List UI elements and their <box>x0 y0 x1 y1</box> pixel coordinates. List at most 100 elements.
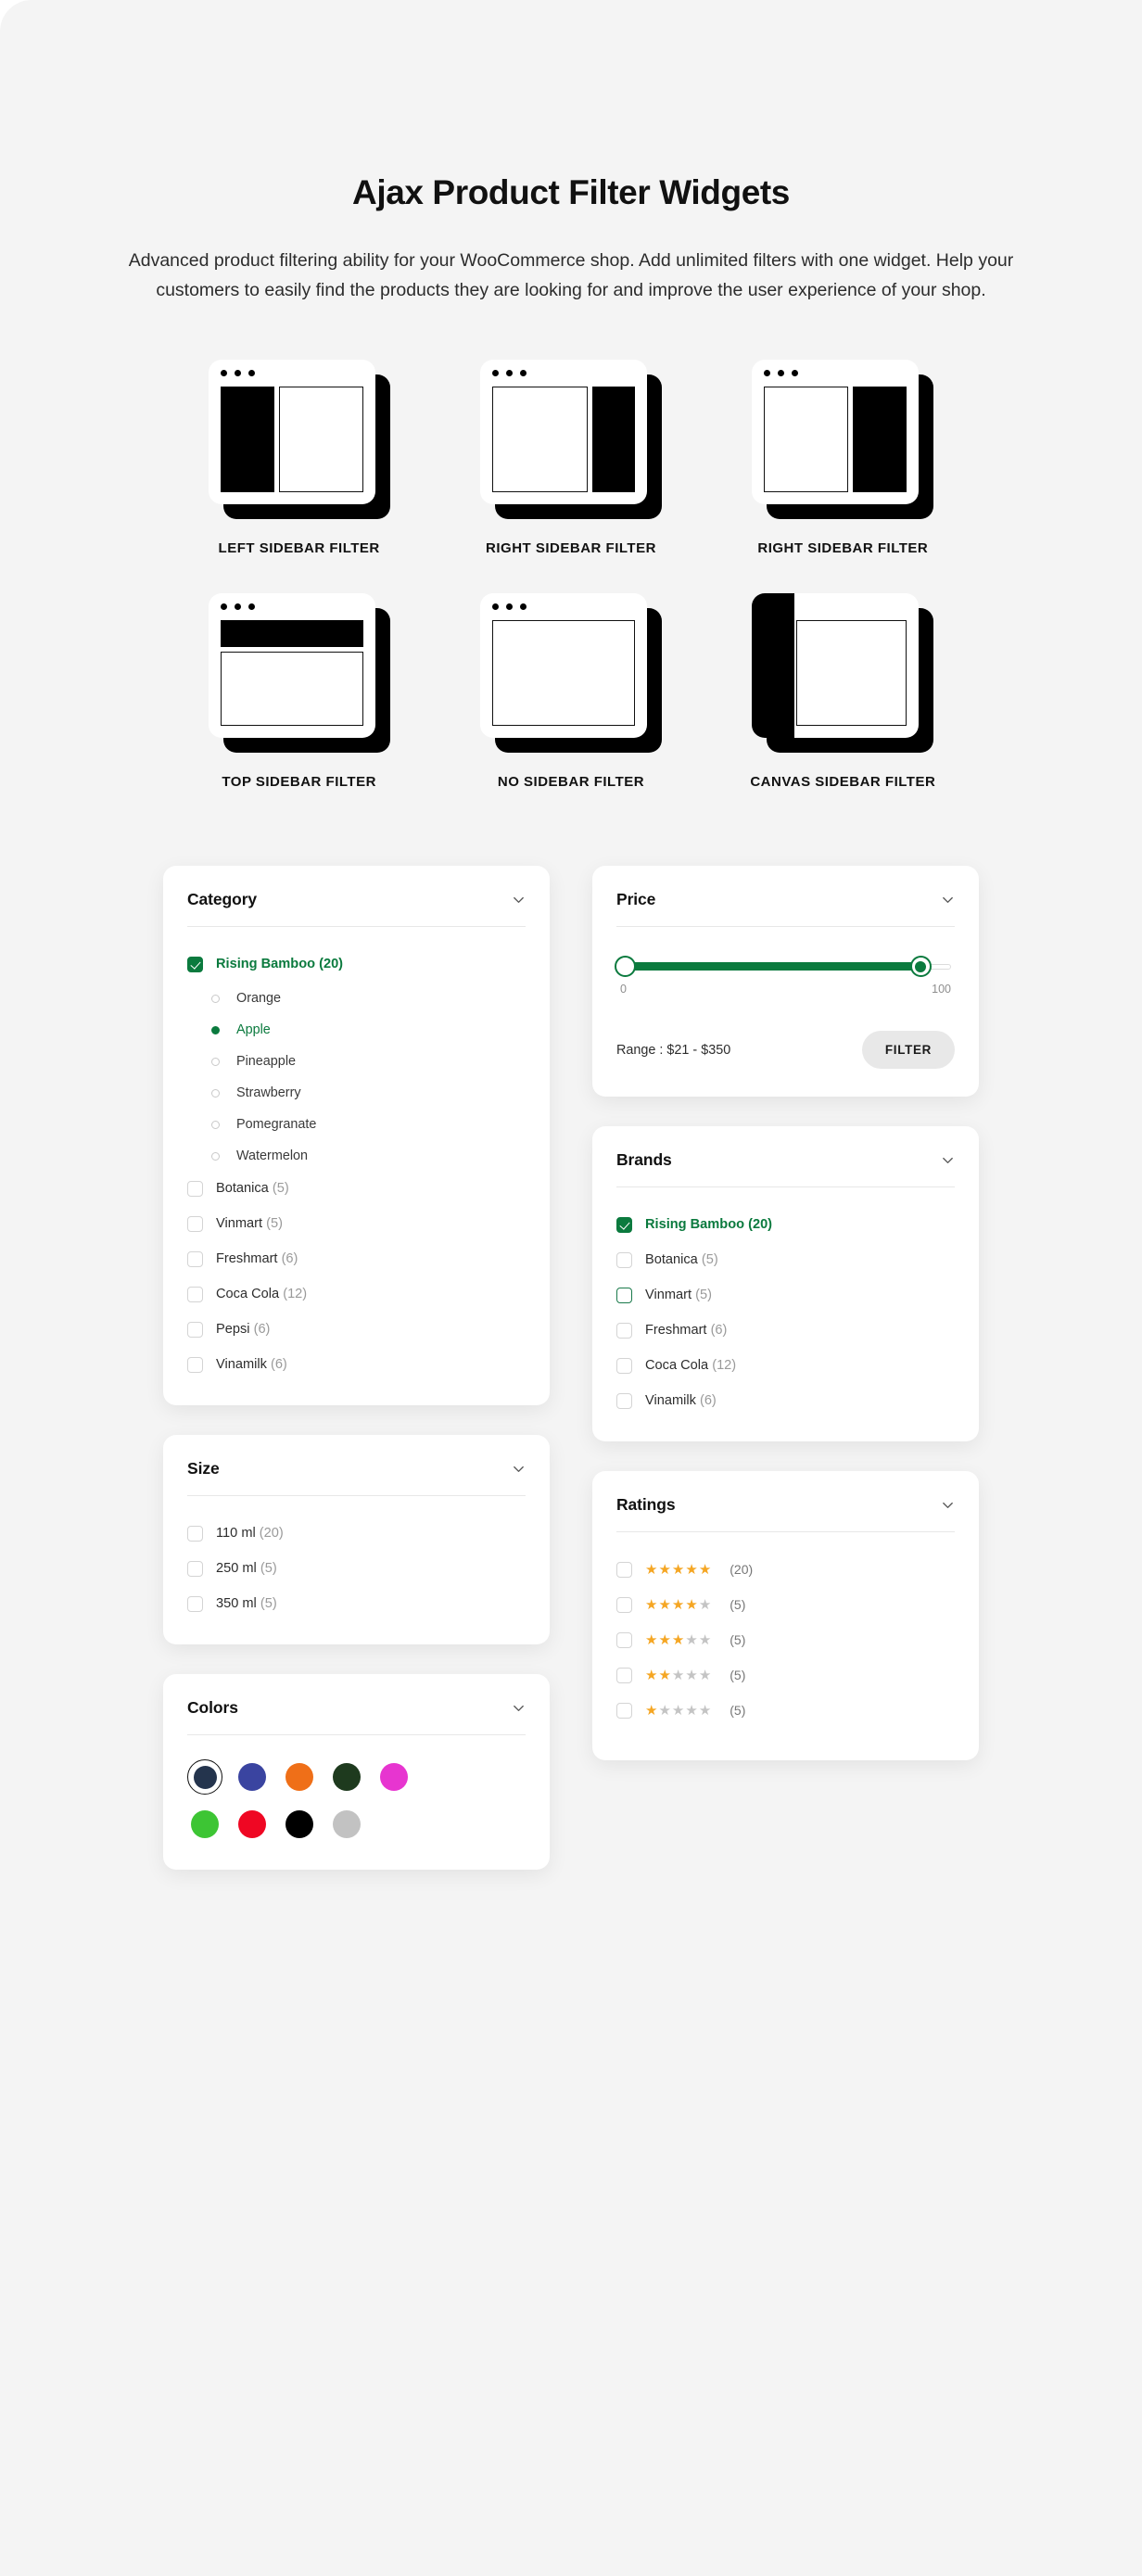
radio-icon[interactable] <box>211 995 220 1003</box>
checkbox-option-row[interactable]: Rising Bamboo (20) <box>616 1212 955 1237</box>
layout-option-label: NO SIDEBAR FILTER <box>498 771 644 793</box>
checkbox-icon[interactable] <box>187 1357 203 1373</box>
price-footer: Range : $21 - $350 FILTER <box>616 1031 955 1069</box>
chevron-down-icon[interactable] <box>941 1153 955 1167</box>
radio-icon[interactable] <box>211 1026 220 1034</box>
mock-window <box>480 360 647 504</box>
mock-window <box>752 593 919 738</box>
checkbox-icon[interactable] <box>616 1323 632 1339</box>
card-header: Colors <box>187 1698 526 1718</box>
chevron-down-icon[interactable] <box>941 893 955 907</box>
color-swatch[interactable] <box>282 1807 317 1842</box>
checkbox-option-row[interactable]: 350 ml (5) <box>187 1591 526 1617</box>
radio-option-row[interactable]: Pomegranate <box>211 1112 526 1136</box>
mock-main <box>492 387 588 492</box>
checkbox-icon[interactable] <box>616 1393 632 1409</box>
card-title: Colors <box>187 1698 238 1718</box>
rating-option-row[interactable]: ★★★★★(5) <box>616 1627 955 1653</box>
color-swatch[interactable] <box>376 1759 412 1795</box>
checkbox-icon[interactable] <box>616 1217 632 1233</box>
radio-option-row[interactable]: Apple <box>211 1018 526 1042</box>
checkbox-icon[interactable] <box>616 1703 632 1719</box>
slider-track[interactable] <box>620 962 951 971</box>
color-swatch[interactable] <box>329 1759 364 1795</box>
right-sidebar-wide-layout-icon <box>752 360 933 519</box>
checkbox-icon[interactable] <box>616 1632 632 1648</box>
checkbox-icon[interactable] <box>187 1181 203 1197</box>
color-swatch[interactable] <box>282 1759 317 1795</box>
rating-option-row[interactable]: ★★★★★(5) <box>616 1592 955 1618</box>
color-swatch[interactable] <box>187 1759 222 1795</box>
rating-option-row[interactable]: ★★★★★(5) <box>616 1662 955 1688</box>
checkbox-icon[interactable] <box>616 1288 632 1303</box>
radio-icon[interactable] <box>211 1089 220 1098</box>
option-label: Watermelon <box>236 1148 308 1163</box>
checkbox-option-row[interactable]: Botanica (5) <box>187 1175 526 1201</box>
checkbox-option-row[interactable]: Pepsi (6) <box>187 1316 526 1342</box>
price-filter-card: Price 0 100 <box>592 866 979 1097</box>
checkbox-option-row[interactable]: Coca Cola (12) <box>616 1352 955 1378</box>
checkbox-option-row[interactable]: Botanica (5) <box>616 1247 955 1273</box>
checkbox-option-row[interactable]: Vinamilk (6) <box>616 1388 955 1414</box>
radio-option-row[interactable]: Pineapple <box>211 1049 526 1073</box>
color-swatch[interactable] <box>235 1807 270 1842</box>
checkbox-option-row[interactable]: 250 ml (5) <box>187 1555 526 1581</box>
radio-icon[interactable] <box>211 1058 220 1066</box>
checkbox-icon[interactable] <box>187 1287 203 1302</box>
layout-option-canvas-sidebar[interactable]: CANVAS SIDEBAR FILTER <box>707 593 979 793</box>
mock-window <box>480 593 647 738</box>
option-label: Coca Cola (12) <box>645 1358 736 1373</box>
radio-icon[interactable] <box>211 1121 220 1129</box>
option-label: 110 ml (20) <box>216 1526 284 1541</box>
checkbox-option-row[interactable]: 110 ml (20) <box>187 1520 526 1546</box>
checkbox-icon[interactable] <box>187 1561 203 1577</box>
rating-option-row[interactable]: ★★★★★(20) <box>616 1556 955 1582</box>
checkbox-option-row[interactable]: Coca Cola (12) <box>187 1281 526 1307</box>
checkbox-icon[interactable] <box>616 1668 632 1683</box>
layout-option-no-sidebar[interactable]: NO SIDEBAR FILTER <box>435 593 706 793</box>
checkbox-icon[interactable] <box>187 1216 203 1232</box>
checkbox-icon[interactable] <box>616 1562 632 1578</box>
checkbox-icon[interactable] <box>187 1596 203 1612</box>
slider-handle-min[interactable] <box>615 956 636 977</box>
layout-option-right-sidebar[interactable]: RIGHT SIDEBAR FILTER <box>435 360 706 560</box>
checkbox-option-row[interactable]: Vinmart (5) <box>616 1282 955 1308</box>
layout-option-right-sidebar-wide[interactable]: RIGHT SIDEBAR FILTER <box>707 360 979 560</box>
color-swatch-dot <box>333 1763 361 1791</box>
layout-option-top-sidebar[interactable]: TOP SIDEBAR FILTER <box>163 593 435 793</box>
radio-icon[interactable] <box>211 1152 220 1161</box>
color-swatch[interactable] <box>187 1807 222 1842</box>
checkbox-option-row[interactable]: Vinmart (5) <box>187 1211 526 1237</box>
radio-option-row[interactable]: Watermelon <box>211 1144 526 1168</box>
filter-button[interactable]: FILTER <box>862 1031 955 1069</box>
checkbox-option-row[interactable]: Vinamilk (6) <box>187 1351 526 1377</box>
chevron-down-icon[interactable] <box>512 1701 526 1715</box>
layout-option-left-sidebar[interactable]: LEFT SIDEBAR FILTER <box>163 360 435 560</box>
rating-option-row[interactable]: ★★★★★(5) <box>616 1697 955 1723</box>
price-range-slider[interactable]: 0 100 <box>616 951 955 996</box>
checkbox-icon[interactable] <box>616 1358 632 1374</box>
checkbox-icon[interactable] <box>616 1252 632 1268</box>
color-swatch-dot <box>194 1766 217 1789</box>
radio-option-row[interactable]: Strawberry <box>211 1081 526 1105</box>
checkbox-icon[interactable] <box>187 1526 203 1542</box>
option-label: Pepsi (6) <box>216 1322 270 1337</box>
radio-option-row[interactable]: Orange <box>211 986 526 1010</box>
chevron-down-icon[interactable] <box>512 1462 526 1476</box>
chevron-down-icon[interactable] <box>941 1498 955 1512</box>
color-swatch[interactable] <box>329 1807 364 1842</box>
checkbox-icon[interactable] <box>616 1597 632 1613</box>
color-swatch[interactable] <box>235 1759 270 1795</box>
checkbox-icon[interactable] <box>187 1322 203 1338</box>
checkbox-option-row[interactable]: Rising Bamboo (20) <box>187 951 526 977</box>
option-label: Pomegranate <box>236 1117 316 1132</box>
slider-handle-max[interactable] <box>910 956 932 977</box>
checkbox-icon[interactable] <box>187 957 203 972</box>
checkbox-option-row[interactable]: Freshmart (6) <box>616 1317 955 1343</box>
option-label: Vinamilk (6) <box>645 1393 717 1408</box>
checkbox-icon[interactable] <box>187 1251 203 1267</box>
chevron-down-icon[interactable] <box>512 893 526 907</box>
card-body: Rising Bamboo (20) Orange Apple <box>187 927 526 1377</box>
option-label: Botanica (5) <box>645 1252 718 1267</box>
checkbox-option-row[interactable]: Freshmart (6) <box>187 1246 526 1272</box>
